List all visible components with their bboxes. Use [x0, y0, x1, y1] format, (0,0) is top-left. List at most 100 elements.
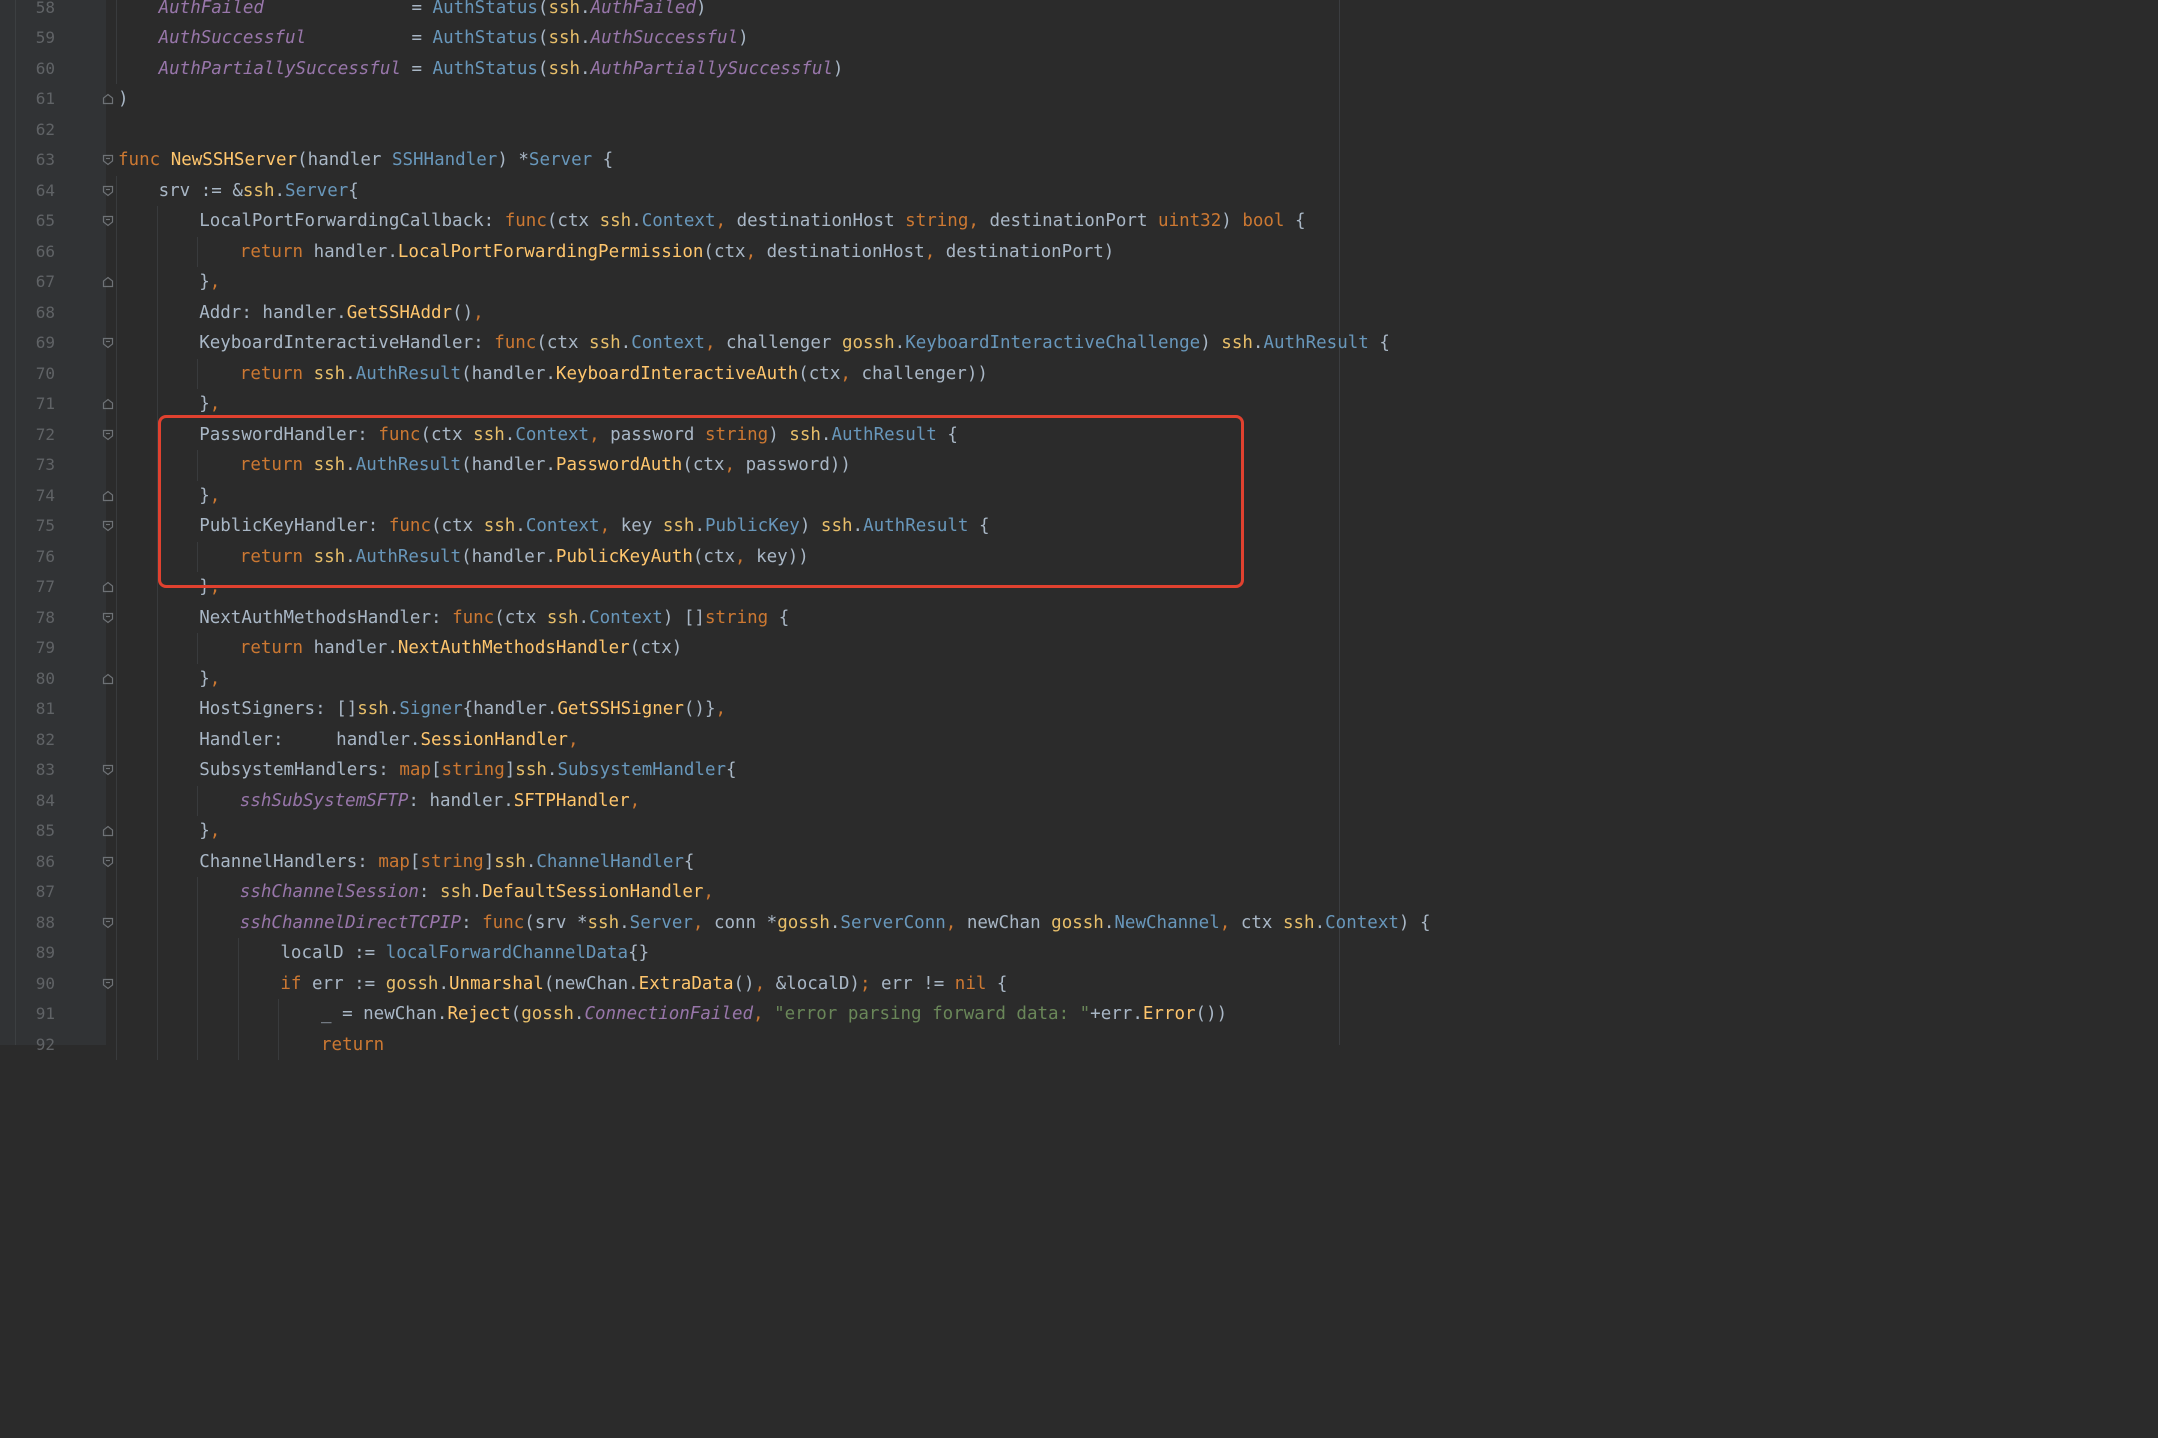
code-line[interactable]: 64 srv := &ssh.Server{ [0, 176, 1568, 206]
line-number[interactable]: 61 [16, 84, 55, 114]
line-number[interactable]: 78 [16, 603, 55, 633]
line-number[interactable]: 62 [16, 115, 55, 145]
code-text[interactable]: Handler: handler.SessionHandler, [199, 725, 578, 755]
line-number[interactable]: 82 [16, 725, 55, 755]
code-line[interactable]: 92 return [0, 1030, 1568, 1060]
code-line[interactable]: 89 localD := localForwardChannelData{} [0, 938, 1568, 968]
code-editor[interactable]: 58 AuthFailed = AuthStatus(ssh.AuthFailed… [0, 0, 1568, 1060]
code-line[interactable]: 58 AuthFailed = AuthStatus(ssh.AuthFailed… [0, 0, 1568, 23]
line-number[interactable]: 66 [16, 237, 55, 267]
code-text[interactable]: }, [199, 389, 220, 419]
code-line[interactable]: 91 _ = newChan.Reject(gossh.ConnectionFai… [0, 999, 1568, 1029]
code-line[interactable]: 87 sshChannelSession: ssh.DefaultSessionH… [0, 877, 1568, 907]
code-line[interactable]: 85}, [0, 816, 1568, 846]
code-line[interactable]: 90 if err := gossh.Unmarshal(newChan.Extr… [0, 969, 1568, 999]
line-number[interactable]: 89 [16, 938, 55, 968]
line-number[interactable]: 67 [16, 267, 55, 297]
code-text[interactable]: srv := &ssh.Server{ [159, 176, 359, 206]
fold-start-icon[interactable] [102, 337, 114, 349]
line-number[interactable]: 85 [16, 816, 55, 846]
fold-start-icon[interactable] [102, 429, 114, 441]
code-text[interactable]: }, [199, 572, 220, 602]
code-text[interactable]: return ssh.AuthResult(handler.PasswordAu… [240, 450, 851, 480]
line-number[interactable]: 70 [16, 359, 55, 389]
line-number[interactable]: 79 [16, 633, 55, 663]
line-number[interactable]: 76 [16, 542, 55, 572]
fold-end-icon[interactable] [102, 490, 114, 502]
code-line[interactable]: 67}, [0, 267, 1568, 297]
code-text[interactable]: }, [199, 481, 220, 511]
code-text[interactable]: KeyboardInteractiveHandler: func(ctx ssh… [199, 328, 1390, 358]
code-text[interactable]: SubsystemHandlers: map[string]ssh.Subsys… [199, 755, 736, 785]
code-text[interactable]: if err := gossh.Unmarshal(newChan.ExtraD… [280, 969, 1007, 999]
code-line[interactable]: 66 return handler.LocalPortForwardingPerm… [0, 237, 1568, 267]
fold-start-icon[interactable] [102, 185, 114, 197]
code-line[interactable]: 83 SubsystemHandlers: map[string]ssh.Subs… [0, 755, 1568, 785]
code-line[interactable]: 61) [0, 84, 1568, 114]
code-text[interactable]: return handler.NextAuthMethodsHandler(ct… [240, 633, 683, 663]
code-line[interactable]: 77}, [0, 572, 1568, 602]
code-line[interactable]: 72 PasswordHandler: func(ctx ssh.Context,… [0, 420, 1568, 450]
fold-start-icon[interactable] [102, 154, 114, 166]
code-line[interactable]: 79 return handler.NextAuthMethodsHandler(… [0, 633, 1568, 663]
line-number[interactable]: 63 [16, 145, 55, 175]
code-line[interactable]: 81 HostSigners: []ssh.Signer{handler.GetS… [0, 694, 1568, 724]
code-text[interactable]: return ssh.AuthResult(handler.KeyboardIn… [240, 359, 988, 389]
code-text[interactable]: sshChannelSession: ssh.DefaultSessionHan… [240, 877, 714, 907]
fold-end-icon[interactable] [102, 93, 114, 105]
code-text[interactable]: return ssh.AuthResult(handler.PublicKeyA… [240, 542, 809, 572]
code-line[interactable]: 69 KeyboardInteractiveHandler: func(ctx s… [0, 328, 1568, 358]
code-text[interactable]: func NewSSHServer(handler SSHHandler) *S… [118, 145, 613, 175]
code-line[interactable]: 76 return ssh.AuthResult(handler.PublicKe… [0, 542, 1568, 572]
code-line[interactable]: 71}, [0, 389, 1568, 419]
code-text[interactable]: ChannelHandlers: map[string]ssh.ChannelH… [199, 847, 694, 877]
code-line[interactable]: 68 Addr: handler.GetSSHAddr(), [0, 298, 1568, 328]
code-text[interactable]: }, [199, 267, 220, 297]
code-line[interactable]: 70 return ssh.AuthResult(handler.Keyboard… [0, 359, 1568, 389]
fold-end-icon[interactable] [102, 825, 114, 837]
code-text[interactable]: _ = newChan.Reject(gossh.ConnectionFaile… [321, 999, 1227, 1029]
code-line[interactable]: 88 sshChannelDirectTCPIP: func(srv *ssh.S… [0, 908, 1568, 938]
code-line[interactable]: 73 return ssh.AuthResult(handler.Password… [0, 450, 1568, 480]
line-number[interactable]: 60 [16, 54, 55, 84]
code-text[interactable]: LocalPortForwardingCallback: func(ctx ss… [199, 206, 1305, 236]
line-number[interactable]: 74 [16, 481, 55, 511]
line-number[interactable]: 73 [16, 450, 55, 480]
code-line[interactable]: 65 LocalPortForwardingCallback: func(ctx … [0, 206, 1568, 236]
code-text[interactable]: }, [199, 816, 220, 846]
code-text[interactable]: Addr: handler.GetSSHAddr(), [199, 298, 484, 328]
code-line[interactable]: 74}, [0, 481, 1568, 511]
code-line[interactable]: 78 NextAuthMethodsHandler: func(ctx ssh.C… [0, 603, 1568, 633]
fold-start-icon[interactable] [102, 978, 114, 990]
code-text[interactable]: AuthPartiallySuccessful = AuthStatus(ssh… [159, 54, 844, 84]
code-text[interactable]: NextAuthMethodsHandler: func(ctx ssh.Con… [199, 603, 789, 633]
fold-end-icon[interactable] [102, 276, 114, 288]
line-number[interactable]: 75 [16, 511, 55, 541]
code-text[interactable]: return [321, 1030, 384, 1060]
code-line[interactable]: 82 Handler: handler.SessionHandler, [0, 725, 1568, 755]
code-text[interactable]: return handler.LocalPortForwardingPermis… [240, 237, 1115, 267]
line-number[interactable]: 58 [16, 0, 55, 23]
line-number[interactable]: 81 [16, 694, 55, 724]
code-text[interactable]: }, [199, 664, 220, 694]
line-number[interactable]: 83 [16, 755, 55, 785]
code-line[interactable]: 62 [0, 115, 1568, 145]
line-number[interactable]: 77 [16, 572, 55, 602]
line-number[interactable]: 91 [16, 999, 55, 1029]
line-number[interactable]: 65 [16, 206, 55, 236]
code-text[interactable]: sshChannelDirectTCPIP: func(srv *ssh.Ser… [240, 908, 1431, 938]
code-line[interactable]: 59 AuthSuccessful = AuthStatus(ssh.AuthSu… [0, 23, 1568, 53]
fold-end-icon[interactable] [102, 673, 114, 685]
code-text[interactable]: sshSubSystemSFTP: handler.SFTPHandler, [240, 786, 640, 816]
code-line[interactable]: 84 sshSubSystemSFTP: handler.SFTPHandler, [0, 786, 1568, 816]
code-text[interactable]: ) [118, 84, 129, 114]
line-number[interactable]: 80 [16, 664, 55, 694]
code-text[interactable]: AuthSuccessful = AuthStatus(ssh.AuthSucc… [159, 23, 749, 53]
line-number[interactable]: 64 [16, 176, 55, 206]
line-number[interactable]: 90 [16, 969, 55, 999]
code-line[interactable]: 75 PublicKeyHandler: func(ctx ssh.Context… [0, 511, 1568, 541]
fold-start-icon[interactable] [102, 917, 114, 929]
code-text[interactable]: HostSigners: []ssh.Signer{handler.GetSSH… [199, 694, 726, 724]
line-number[interactable]: 72 [16, 420, 55, 450]
code-line[interactable]: 63 func NewSSHServer(handler SSHHandler) … [0, 145, 1568, 175]
